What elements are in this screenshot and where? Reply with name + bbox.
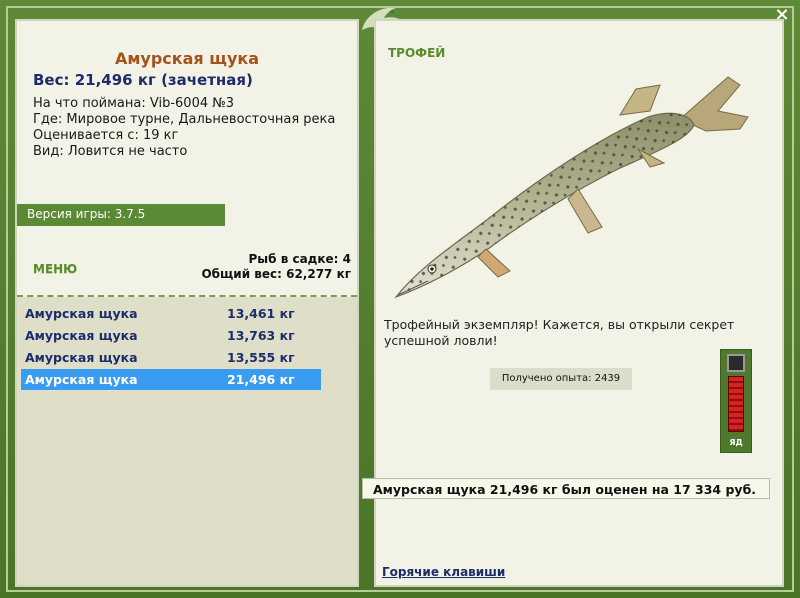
pike-fish-image	[394, 76, 749, 299]
location-info: Где: Мировое турне, Дальневосточная река	[33, 112, 336, 127]
fish-info-panel: Амурская щука Вес: 21,496 кг (зачетная) …	[15, 19, 359, 587]
catch-name: Амурская щука	[25, 372, 138, 387]
catch-row-selected[interactable]: Амурская щука 21,496 кг	[21, 369, 321, 390]
menu-button[interactable]: МЕНЮ	[33, 262, 77, 276]
catch-list: Амурская щука 13,461 кг Амурская щука 13…	[17, 297, 357, 585]
catch-name: Амурская щука	[25, 306, 138, 321]
hotkeys-link[interactable]: Горячие клавиши	[382, 565, 505, 579]
meter-label: ЯД	[729, 438, 743, 447]
fish-weight: Вес: 21,496 кг (зачетная)	[33, 71, 253, 89]
cage-stats: Рыб в садке: 4 Общий вес: 62,277 кг	[201, 252, 351, 282]
bait-info: На что поймана: Vib-6004 №3	[33, 96, 235, 111]
game-version: Версия игры: 3.7.5	[17, 204, 225, 226]
meter-indicator	[727, 354, 745, 372]
valuation-result: Амурская щука 21,496 кг был оценен на 17…	[362, 478, 770, 499]
trophy-panel: ТРОФЕЙ Трофейный экземпляр! Кажется, вы …	[374, 19, 784, 587]
catch-row[interactable]: Амурская щука 13,461 кг	[21, 303, 321, 324]
meter-bars	[728, 376, 744, 432]
xp-received: Получено опыта: 2439	[490, 368, 632, 390]
kind-info: Вид: Ловится не часто	[33, 144, 188, 159]
catch-row[interactable]: Амурская щука 13,555 кг	[21, 347, 321, 368]
catch-weight: 13,763 кг	[227, 328, 295, 343]
catch-name: Амурская щука	[25, 350, 138, 365]
catch-weight: 13,461 кг	[227, 306, 295, 321]
trophy-message: Трофейный экземпляр! Кажется, вы открыли…	[384, 317, 735, 348]
catch-weight: 13,555 кг	[227, 350, 295, 365]
catch-weight: 21,496 кг	[227, 372, 295, 387]
fish-name-title: Амурская щука	[114, 49, 260, 68]
trophy-label: ТРОФЕЙ	[388, 46, 446, 60]
cage-total-weight: Общий вес: 62,277 кг	[201, 267, 351, 281]
catch-row[interactable]: Амурская щука 13,763 кг	[21, 325, 321, 346]
poison-meter: ЯД	[720, 349, 752, 453]
rated-info: Оценивается с: 19 кг	[33, 128, 179, 143]
cage-count: Рыб в садке: 4	[248, 252, 352, 266]
catch-name: Амурская щука	[25, 328, 138, 343]
